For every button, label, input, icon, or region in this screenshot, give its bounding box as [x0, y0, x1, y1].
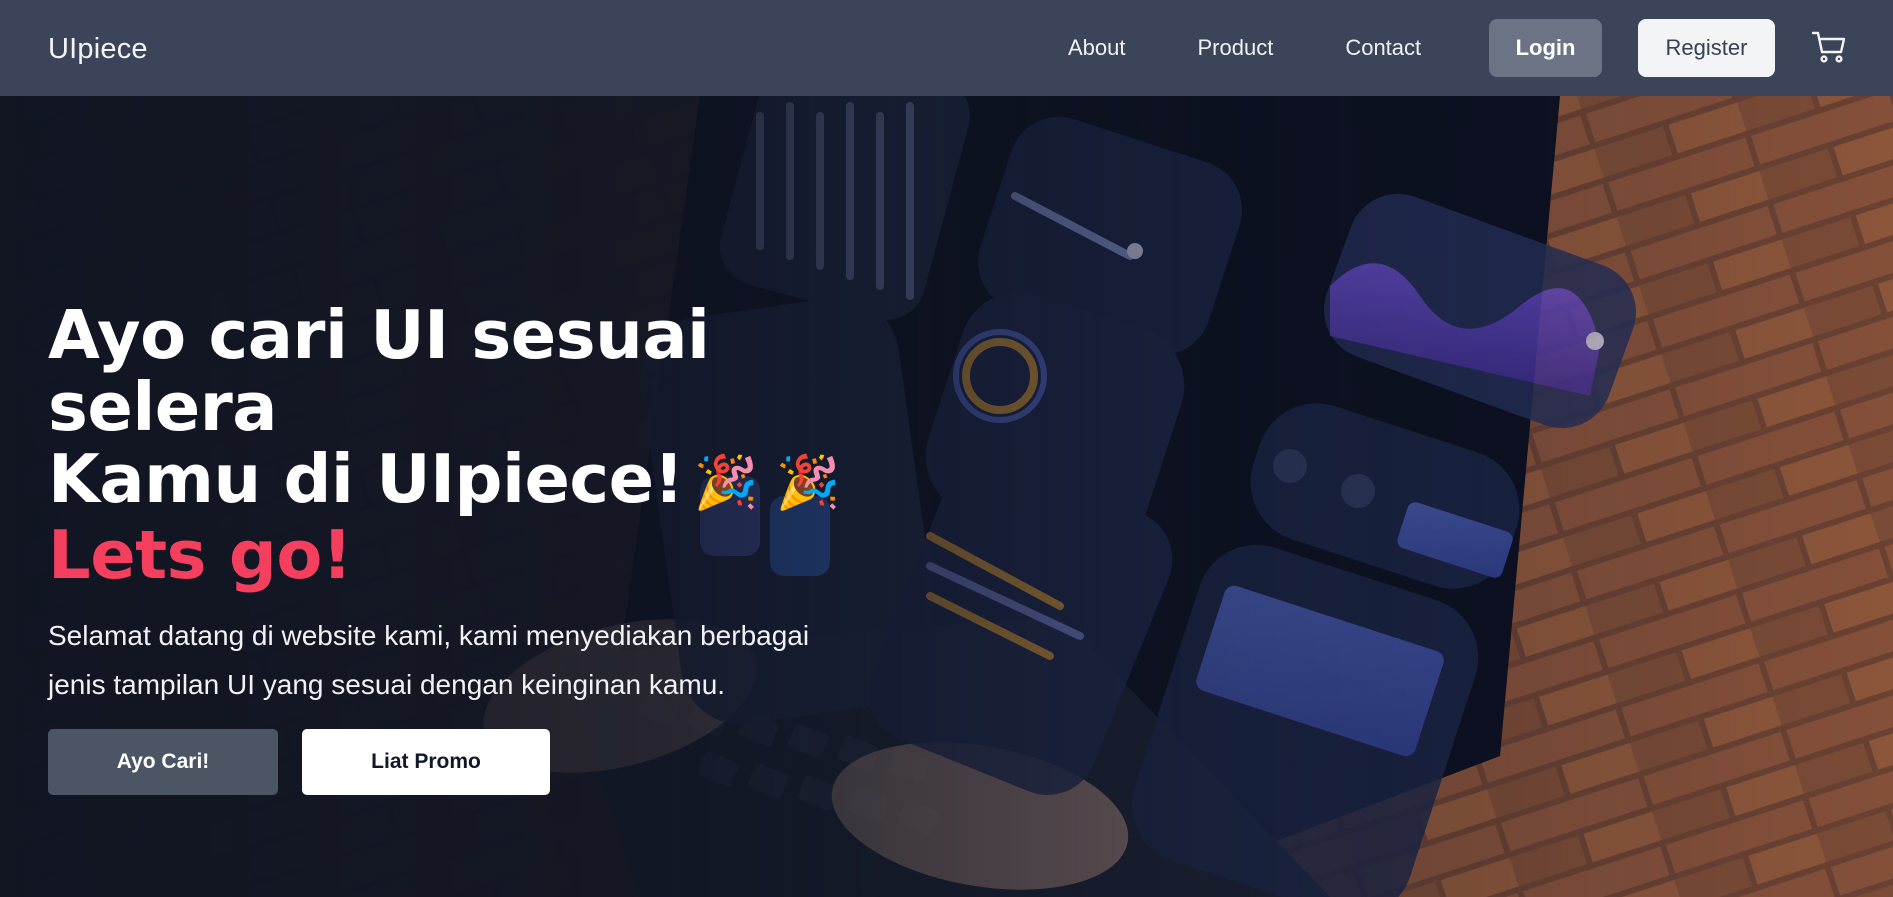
party-popper-icon: 🎉 🎉	[693, 453, 841, 514]
headline-line-2: Kamu di UIpiece!	[48, 440, 684, 518]
nav-links: About Product Contact	[1068, 0, 1421, 96]
hero-buttons: Ayo Cari! Liat Promo	[48, 729, 550, 795]
login-button[interactable]: Login	[1489, 19, 1602, 77]
cart-icon[interactable]	[1811, 30, 1847, 64]
nav-link-product[interactable]: Product	[1198, 35, 1274, 61]
nav-link-about[interactable]: About	[1068, 35, 1126, 61]
headline-accent: Lets go!	[48, 516, 352, 595]
brand-logo[interactable]: UIpiece	[48, 33, 148, 66]
headline-line-1: Ayo cari UI sesuai selera	[48, 296, 710, 446]
hero-headline: Ayo cari UI sesuai selera Kamu di UIpiec…	[48, 299, 948, 591]
navbar: UIpiece About Product Contact Login Regi…	[0, 0, 1893, 96]
nav-link-contact[interactable]: Contact	[1345, 35, 1421, 61]
promo-button[interactable]: Liat Promo	[302, 729, 550, 795]
hero-description: Selamat datang di website kami, kami men…	[48, 620, 810, 701]
search-button[interactable]: Ayo Cari!	[48, 729, 278, 795]
register-button[interactable]: Register	[1638, 19, 1775, 77]
hero-section: Ayo cari UI sesuai selera Kamu di UIpiec…	[0, 96, 1893, 897]
hero-content: Ayo cari UI sesuai selera Kamu di UIpiec…	[48, 299, 948, 709]
